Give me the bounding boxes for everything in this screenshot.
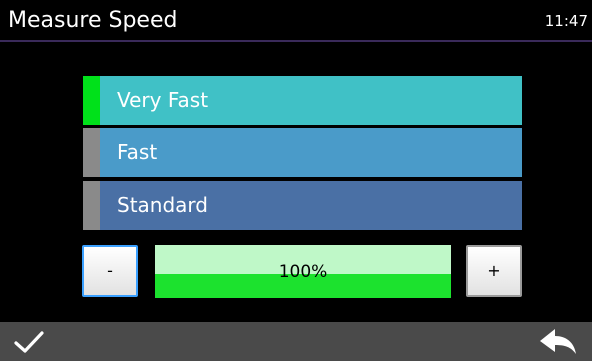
title-bar: Measure Speed 11:47 bbox=[0, 0, 592, 42]
level-indicator: 100% bbox=[155, 245, 451, 298]
speed-option-label: Fast bbox=[117, 140, 158, 164]
back-button[interactable] bbox=[532, 322, 592, 361]
speed-option-label: Very Fast bbox=[117, 88, 209, 112]
selection-marker bbox=[83, 181, 100, 230]
page-title: Measure Speed bbox=[8, 8, 178, 33]
bottom-bar bbox=[0, 322, 592, 361]
confirm-button[interactable] bbox=[0, 322, 60, 361]
level-value: 100% bbox=[278, 262, 328, 282]
speed-option-standard[interactable]: Standard bbox=[83, 181, 522, 230]
speed-option-label: Standard bbox=[117, 193, 208, 217]
decrease-button[interactable]: - bbox=[82, 245, 138, 297]
selection-marker bbox=[83, 76, 100, 125]
speed-option-fast[interactable]: Fast bbox=[83, 128, 522, 177]
selection-marker bbox=[83, 128, 100, 177]
back-arrow-icon bbox=[540, 329, 576, 354]
checkmark-icon bbox=[14, 331, 44, 353]
speed-option-very-fast[interactable]: Very Fast bbox=[83, 76, 522, 125]
increase-button[interactable]: + bbox=[466, 245, 522, 297]
clock: 11:47 bbox=[544, 12, 588, 30]
